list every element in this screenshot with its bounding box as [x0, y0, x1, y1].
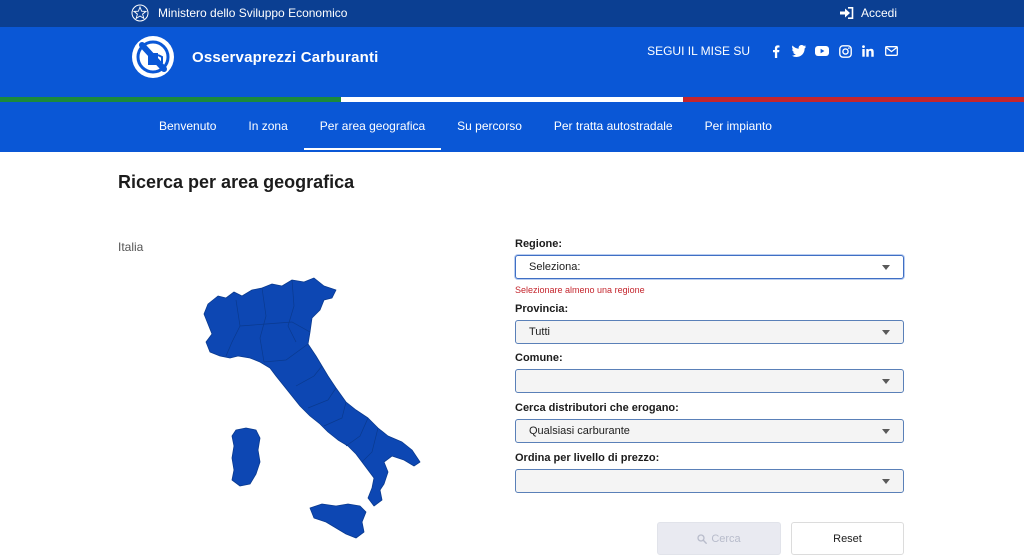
- chevron-down-icon: [882, 429, 890, 434]
- login-label: Accedi: [860, 6, 897, 20]
- nav-item-benvenuto[interactable]: Benvenuto: [143, 102, 232, 152]
- chevron-down-icon: [882, 479, 890, 484]
- ordina-label: Ordina per livello di prezzo:: [515, 452, 660, 464]
- follow-label: SEGUI IL MISE SU: [647, 44, 750, 58]
- page-title: Ricerca per area geografica: [118, 172, 355, 192]
- regione-value: Seleziona:: [529, 261, 581, 273]
- comune-label: Comune:: [515, 352, 563, 364]
- chevron-down-icon: [882, 265, 890, 270]
- search-icon: [697, 533, 708, 544]
- ministry-link[interactable]: Ministero dello Sviluppo Economico: [131, 4, 347, 22]
- provincia-value: Tutti: [529, 326, 550, 338]
- nav-item-per-impianto[interactable]: Per impianto: [689, 102, 788, 152]
- chevron-down-icon: [882, 330, 890, 335]
- twitter-icon[interactable]: [792, 44, 806, 58]
- reset-label: Reset: [833, 532, 862, 545]
- italian-emblem-icon: [131, 4, 149, 22]
- ministry-bar: Ministero dello Sviluppo Economico Acced…: [0, 0, 1024, 27]
- map-caption: Italia: [118, 240, 144, 254]
- sardinia-region[interactable]: [231, 427, 261, 487]
- nav-item-su-percorso[interactable]: Su percorso: [441, 102, 538, 152]
- provincia-label: Provincia:: [515, 303, 569, 315]
- carburante-label: Cerca distributori che erogano:: [515, 402, 679, 414]
- carburante-value: Qualsiasi carburante: [529, 425, 630, 437]
- login-button[interactable]: Accedi: [839, 6, 897, 20]
- nav-item-per-tratta-autostradale[interactable]: Per tratta autostradale: [538, 102, 689, 152]
- search-form: Regione: Seleziona: Selezionare almeno u…: [515, 238, 904, 493]
- mail-icon[interactable]: [884, 44, 898, 58]
- nav-item-per-area-geografica[interactable]: Per area geografica: [303, 102, 442, 152]
- ministry-name: Ministero dello Sviluppo Economico: [158, 6, 348, 20]
- chevron-down-icon: [882, 379, 890, 384]
- search-button[interactable]: Cerca: [657, 522, 781, 555]
- ordina-select[interactable]: [515, 469, 904, 493]
- sicily-region[interactable]: [309, 503, 367, 539]
- regione-label: Regione:: [515, 238, 563, 250]
- facebook-icon[interactable]: [769, 44, 783, 58]
- provincia-select[interactable]: Tutti: [515, 320, 904, 344]
- instagram-icon[interactable]: [838, 44, 852, 58]
- nav-item-in-zona[interactable]: In zona: [232, 102, 303, 152]
- app-title[interactable]: Osservaprezzi Carburanti: [192, 49, 379, 66]
- reset-button[interactable]: Reset: [791, 522, 904, 555]
- site-header: Osservaprezzi Carburanti SEGUI IL MISE S…: [0, 27, 1024, 97]
- comune-select[interactable]: [515, 369, 904, 393]
- main-nav: Benvenuto In zona Per area geografica Su…: [0, 102, 1024, 152]
- regione-select[interactable]: Seleziona:: [515, 255, 904, 279]
- fuel-pump-logo-icon[interactable]: [129, 33, 177, 81]
- italy-region-map[interactable]: [196, 276, 428, 540]
- sign-in-icon: [839, 7, 854, 19]
- regione-error: Selezionare almeno una regione: [515, 285, 645, 295]
- youtube-icon[interactable]: [815, 44, 829, 58]
- search-label: Cerca: [711, 532, 741, 545]
- social-links: SEGUI IL MISE SU: [647, 44, 898, 58]
- linkedin-icon[interactable]: [861, 44, 875, 58]
- carburante-select[interactable]: Qualsiasi carburante: [515, 419, 904, 443]
